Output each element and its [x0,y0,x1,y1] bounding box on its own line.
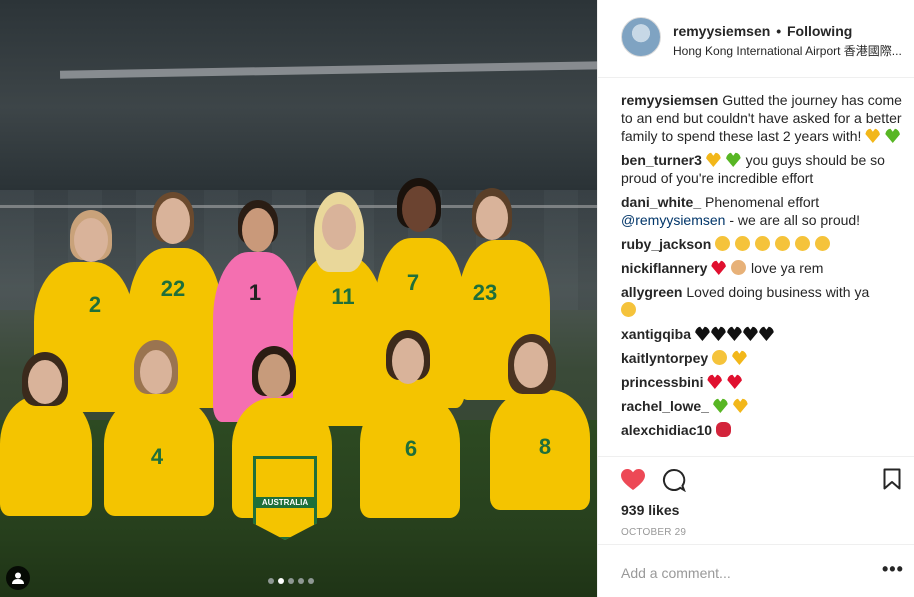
comment-username[interactable]: allygreen [621,284,682,300]
comment-username[interactable]: alexchidiac10 [621,422,712,438]
comment-item: alexchidiac10 [621,421,905,439]
post-side-panel: remyysiemsen • Following Hong Kong Inter… [597,0,914,597]
post-location[interactable]: Hong Kong International Airport 香港國際... [673,42,909,59]
yellow-heart-icon [732,398,748,413]
carousel-dot-active[interactable] [278,578,284,584]
sad-face-icon [754,236,770,251]
comment-text-tail: - we are all so proud! [725,212,861,228]
jersey-number: 7 [406,270,420,295]
comment-item: xantigqiba [621,325,905,343]
carousel-dot[interactable] [308,578,314,584]
green-heart-icon [725,152,741,167]
comment-item: kaitlyntorpey [621,349,905,367]
crying-face-icon [712,350,728,365]
post-viewer: 2 22 1 11 7 23 4 6 8 AUSTRALIA remyysiem… [0,0,914,597]
add-comment-input[interactable]: Add a comment... [621,565,731,581]
stadium-roof-beam [59,61,597,79]
jersey-number: 11 [331,284,355,309]
comment-item: dani_white_ Phenomenal effort @remyysiem… [621,193,905,229]
caption: remyysiemsen Gutted the journey has come… [621,91,905,145]
carousel-dot[interactable] [268,578,274,584]
add-comment-bar: Add a comment... ••• [598,544,914,597]
heart-icon[interactable] [621,469,645,491]
player-front-1 [0,396,92,516]
jersey-number: 4 [150,444,164,469]
kiss-face-icon [621,302,636,317]
hands-icon [731,260,747,275]
sad-face-icon [715,236,731,251]
comment-username[interactable]: remyysiemsen [621,92,718,108]
comment-text: Phenomenal effort [705,194,820,210]
comment-item: allygreen Loved doing business with ya [621,283,905,319]
comment-text: love ya rem [751,260,824,276]
jersey-number: 22 [160,276,186,301]
jersey-number: 6 [404,436,418,461]
jersey-number: 2 [88,292,102,317]
avatar[interactable] [621,17,661,57]
green-heart-icon [885,128,901,143]
comment-username[interactable]: dani_white_ [621,194,701,210]
post-header: remyysiemsen • Following Hong Kong Inter… [598,0,914,78]
black-heart-icon [710,326,726,341]
sad-face-icon [774,236,790,251]
sad-face-icon [735,236,751,251]
bookmark-icon[interactable] [883,468,901,490]
comment-item: princessbini [621,373,905,391]
red-heart-icon [711,260,727,275]
comment-username[interactable]: ruby_jackson [621,236,711,252]
jersey-number: 23 [472,280,498,305]
black-heart-icon [742,326,758,341]
carousel-indicator [268,578,314,584]
comment-username[interactable]: ben_turner3 [621,152,702,168]
black-heart-icon [694,326,710,341]
comment-username[interactable]: rachel_lowe_ [621,398,709,414]
comment-item: nickiflannery love ya rem [621,259,905,277]
jersey-number: 1 [248,280,262,305]
black-heart-icon [726,326,742,341]
pennant-text: AUSTRALIA [256,497,314,508]
sad-face-icon [814,236,830,251]
player-back-3 [213,252,301,422]
comment-username[interactable]: kaitlyntorpey [621,350,708,366]
mention-link[interactable]: @remyysiemsen [621,212,725,228]
more-icon[interactable]: ••• [882,559,904,580]
carousel-dot[interactable] [298,578,304,584]
red-heart-icon [707,374,723,389]
green-heart-icon [712,398,728,413]
comment-item: ruby_jackson [621,235,905,253]
post-actions: 939 likes OCTOBER 29 [598,456,914,538]
comment-username[interactable]: nickiflannery [621,260,707,276]
post-author-row: remyysiemsen • Following [673,23,852,39]
sad-face-icon [794,236,810,251]
red-heart-icon [727,374,743,389]
player-back-5 [375,238,465,408]
comment-item: ben_turner3 you guys should be so proud … [621,151,905,187]
tag-user-icon[interactable] [6,566,30,590]
comment-item: rachel_lowe_ [621,397,905,415]
following-button[interactable]: Following [787,23,852,39]
likes-count[interactable]: 939 likes [621,502,679,518]
comments-list: remyysiemsen Gutted the journey has come… [621,91,905,445]
lips-icon [715,422,731,437]
post-date: OCTOBER 29 [621,527,687,538]
carousel-dot[interactable] [288,578,294,584]
yellow-heart-icon [705,152,721,167]
yellow-heart-icon [865,128,881,143]
black-heart-icon [758,326,774,341]
jersey-number: 8 [538,434,552,459]
comment-username[interactable]: xantigqiba [621,326,691,342]
post-photo[interactable]: 2 22 1 11 7 23 4 6 8 AUSTRALIA [0,0,597,597]
separator-dot: • [776,23,782,39]
comment-text: Loved doing business with ya [686,284,870,300]
comment-icon[interactable] [662,468,686,493]
comment-username[interactable]: princessbini [621,374,703,390]
author-username[interactable]: remyysiemsen [673,23,770,39]
australia-pennant: AUSTRALIA [253,456,317,540]
yellow-heart-icon [731,350,747,365]
